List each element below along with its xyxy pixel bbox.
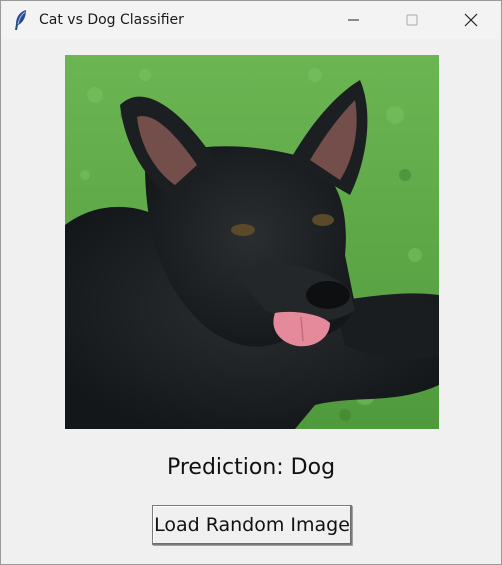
maximize-icon [406, 14, 418, 26]
minimize-icon [348, 19, 359, 21]
maximize-button[interactable] [389, 1, 435, 39]
app-window: Cat vs Dog Classifier Prediction: Dog Lo… [0, 0, 502, 565]
title-bar[interactable]: Cat vs Dog Classifier [1, 1, 501, 39]
close-icon [464, 13, 478, 27]
dog-photo [65, 55, 439, 429]
load-random-image-button[interactable]: Load Random Image [152, 505, 352, 545]
classified-image [65, 55, 439, 429]
prediction-label: Prediction: Dog [166, 455, 336, 480]
feather-icon [13, 9, 29, 31]
minimize-button[interactable] [331, 1, 377, 39]
close-button[interactable] [448, 1, 494, 39]
window-title: Cat vs Dog Classifier [39, 12, 184, 28]
